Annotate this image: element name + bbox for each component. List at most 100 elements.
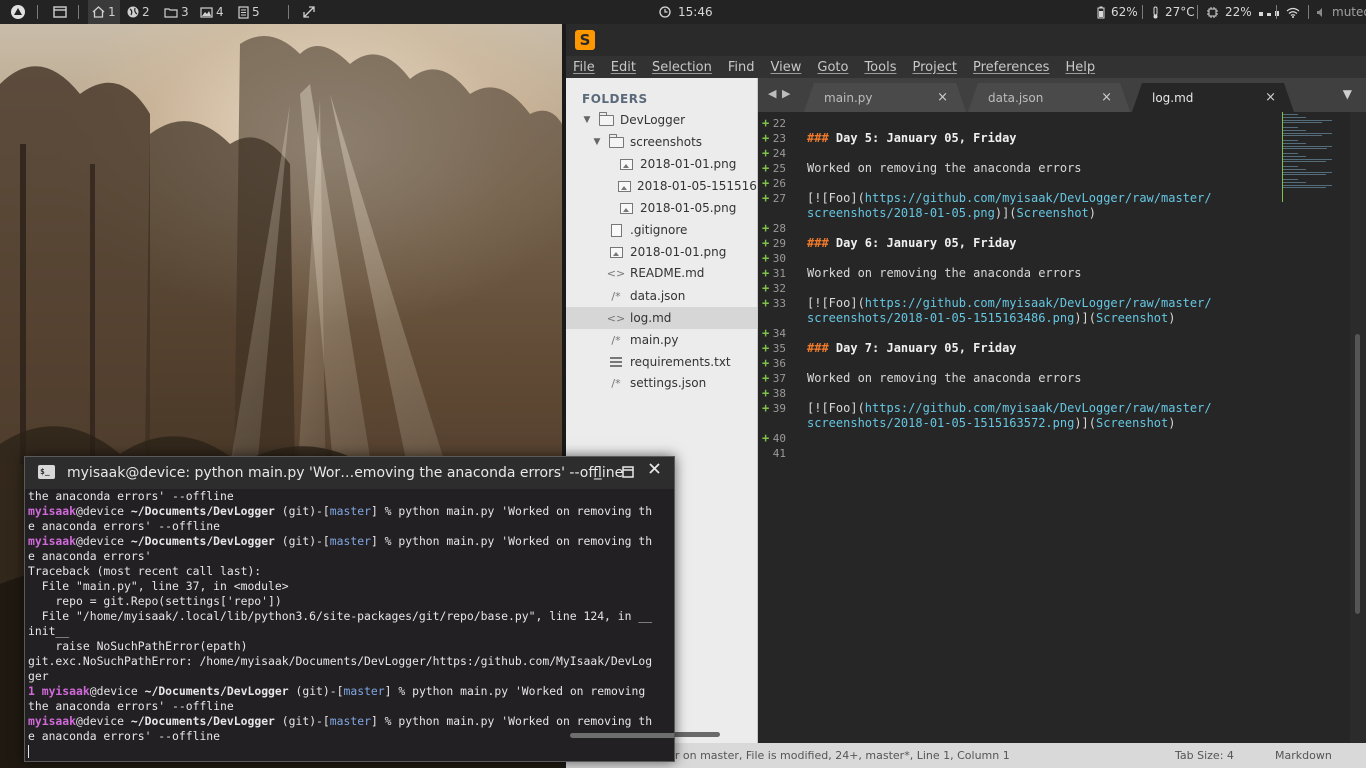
speaker-muted-icon <box>1317 7 1322 17</box>
menu-edit[interactable]: Edit <box>611 60 636 75</box>
code-line[interactable]: +33 [![Foo](https://github.com/myisaak/De… <box>758 296 1350 311</box>
workspace-1[interactable]: 1 <box>88 0 120 24</box>
menu-bar: File Edit Selection Find View Goto Tools… <box>566 56 1366 78</box>
cpu-icon <box>1207 6 1218 18</box>
maximize-icon[interactable] <box>622 464 634 482</box>
close-icon[interactable]: × <box>1265 90 1276 105</box>
terminal-prompt[interactable] <box>28 744 672 759</box>
tab-main-py[interactable]: main.py × <box>804 83 966 112</box>
code-line[interactable]: +24 <box>758 146 1350 161</box>
code-line[interactable]: +32 <box>758 281 1350 296</box>
tab-size-selector[interactable]: Tab Size: 4 <box>1175 749 1234 762</box>
sidebar-item-2018-01-01-png[interactable]: 2018-01-01.png <box>566 241 757 263</box>
menu-preferences[interactable]: Preferences <box>973 60 1049 75</box>
close-icon[interactable]: × <box>1101 90 1112 105</box>
clock[interactable]: 15:46 <box>659 0 713 24</box>
sidebar-item-screenshot-2018-01-05[interactable]: 2018-01-05.png <box>566 197 757 219</box>
syntax-selector[interactable]: Markdown <box>1275 749 1332 762</box>
workspace-2[interactable]: 2 <box>127 0 150 24</box>
terminal-line: raise NoSuchPathError(epath) <box>28 639 248 653</box>
code-line[interactable]: +35 ### Day 7: January 05, Friday <box>758 341 1350 356</box>
workspace-5[interactable]: 5 <box>238 0 260 24</box>
code-line[interactable]: +40 <box>758 431 1350 446</box>
sidebar-item-screenshots[interactable]: ▼ screenshots <box>566 131 757 153</box>
line-number: 29 <box>772 237 786 250</box>
menu-help[interactable]: Help <box>1065 60 1095 75</box>
sidebar-header: FOLDERS <box>582 92 648 106</box>
diff-added-marker: + <box>762 401 770 415</box>
tab-dropdown-icon[interactable]: ▼ <box>1343 87 1352 101</box>
code-line[interactable]: +37 Worked on removing the anaconda error… <box>758 371 1350 386</box>
tab-data-json[interactable]: data.json × <box>968 83 1130 112</box>
workspace-3[interactable]: 3 <box>164 0 189 24</box>
code-line[interactable]: +34 <box>758 326 1350 341</box>
code-line[interactable]: 41 <box>758 446 1350 461</box>
sidebar-item-data-json[interactable]: /* data.json <box>566 285 757 307</box>
fullscreen-icon[interactable] <box>303 0 315 24</box>
menu-file[interactable]: File <box>573 60 595 75</box>
code-line[interactable]: +26 <box>758 176 1350 191</box>
menu-tools[interactable]: Tools <box>864 60 896 75</box>
code-line[interactable]: +29 ### Day 6: January 05, Friday <box>758 236 1350 251</box>
code-line[interactable]: +38 <box>758 386 1350 401</box>
editor-scrollbar[interactable] <box>1355 334 1360 614</box>
sublime-logo-icon: S <box>575 30 595 50</box>
file-icon <box>608 223 624 237</box>
sidebar-item-screenshot-2018-01-05-1515163[interactable]: 2018-01-05-1515163 <box>566 175 757 197</box>
code-line[interactable]: screenshots/2018-01-05.png)](Screenshot) <box>758 206 1350 221</box>
terminal-scrollbar[interactable] <box>570 733 674 738</box>
close-icon[interactable]: × <box>937 90 948 105</box>
clock-icon <box>659 6 671 18</box>
code-line[interactable]: +39 [![Foo](https://github.com/myisaak/De… <box>758 401 1350 416</box>
workspace-4[interactable]: 4 <box>200 0 224 24</box>
line-number: 27 <box>772 192 786 205</box>
tab-prev-icon[interactable]: ◀ <box>768 87 776 100</box>
code-line[interactable]: +31 Worked on removing the anaconda error… <box>758 266 1350 281</box>
tab-next-icon[interactable]: ▶ <box>782 87 790 100</box>
code-line[interactable]: +27 [![Foo](https://github.com/myisaak/De… <box>758 191 1350 206</box>
code-line[interactable]: +28 <box>758 221 1350 236</box>
menu-project[interactable]: Project <box>912 60 956 75</box>
menu-view[interactable]: View <box>771 60 802 75</box>
wifi-icon[interactable] <box>1286 0 1300 24</box>
terminal-output[interactable]: the anaconda errors' --offline myisaak@de… <box>28 489 672 759</box>
terminal-line: the anaconda errors' --offline <box>28 699 234 713</box>
code-line[interactable]: +23 ### Day 5: January 05, Friday <box>758 131 1350 146</box>
sidebar-item-main-py[interactable]: /* main.py <box>566 329 757 351</box>
code-line[interactable]: +36 <box>758 356 1350 371</box>
terminal-window: $_ myisaak@device: python main.py 'Wor…e… <box>24 456 675 762</box>
sidebar-item-devlogger[interactable]: ▼ DevLogger <box>566 109 757 131</box>
sidebar-item-gitignore[interactable]: .gitignore <box>566 219 757 241</box>
code-line[interactable]: screenshots/2018-01-05-1515163486.png)](… <box>758 311 1350 326</box>
sidebar-item-screenshot-2018-01-01[interactable]: 2018-01-01.png <box>566 153 757 175</box>
minimize-icon[interactable]: _ <box>594 462 602 480</box>
sidebar-item-readme[interactable]: <> README.md <box>566 262 757 284</box>
code-text: Worked on removing the anaconda errors <box>807 266 1082 280</box>
cpu-indicator[interactable]: 22% <box>1206 0 1279 24</box>
code-editor[interactable]: +22 +23 ### Day 5: January 05, Friday +24 +2… <box>758 112 1350 743</box>
terminal-line: the anaconda errors' --offline <box>28 489 234 503</box>
volume-indicator[interactable]: muted <box>1316 0 1366 24</box>
sidebar-item-settings-json[interactable]: /* settings.json <box>566 372 757 394</box>
menu-selection[interactable]: Selection <box>652 60 712 75</box>
tab-log-md[interactable]: log.md × <box>1132 83 1294 112</box>
line-number: 24 <box>772 147 786 160</box>
terminal-line: Traceback (most recent call last): <box>28 564 262 578</box>
code-line[interactable]: +25 Worked on removing the anaconda error… <box>758 161 1350 176</box>
terminal-titlebar[interactable]: $_ myisaak@device: python main.py 'Wor…e… <box>25 457 674 489</box>
code-line[interactable]: +22 <box>758 116 1350 131</box>
close-icon[interactable] <box>648 461 661 479</box>
menu-goto[interactable]: Goto <box>817 60 848 75</box>
code-text: [![Foo](https://github.com/myisaak/DevLo… <box>807 401 1212 415</box>
window-list-icon[interactable] <box>53 0 67 24</box>
terminal-line: File "/home/myisaak/.local/lib/python3.6… <box>28 609 653 623</box>
launcher-icon[interactable] <box>10 0 26 24</box>
code-line[interactable]: screenshots/2018-01-05-1515163572.png)](… <box>758 416 1350 431</box>
menu-find[interactable]: Find <box>728 60 755 75</box>
battery-indicator[interactable]: 62% <box>1097 0 1138 24</box>
minimap[interactable] <box>1282 112 1340 202</box>
temperature-indicator[interactable]: 27°C <box>1152 0 1195 24</box>
sidebar-item-requirements[interactable]: requirements.txt <box>566 351 757 373</box>
code-line[interactable]: +30 <box>758 251 1350 266</box>
sidebar-item-log-md[interactable]: <> log.md <box>566 307 757 329</box>
